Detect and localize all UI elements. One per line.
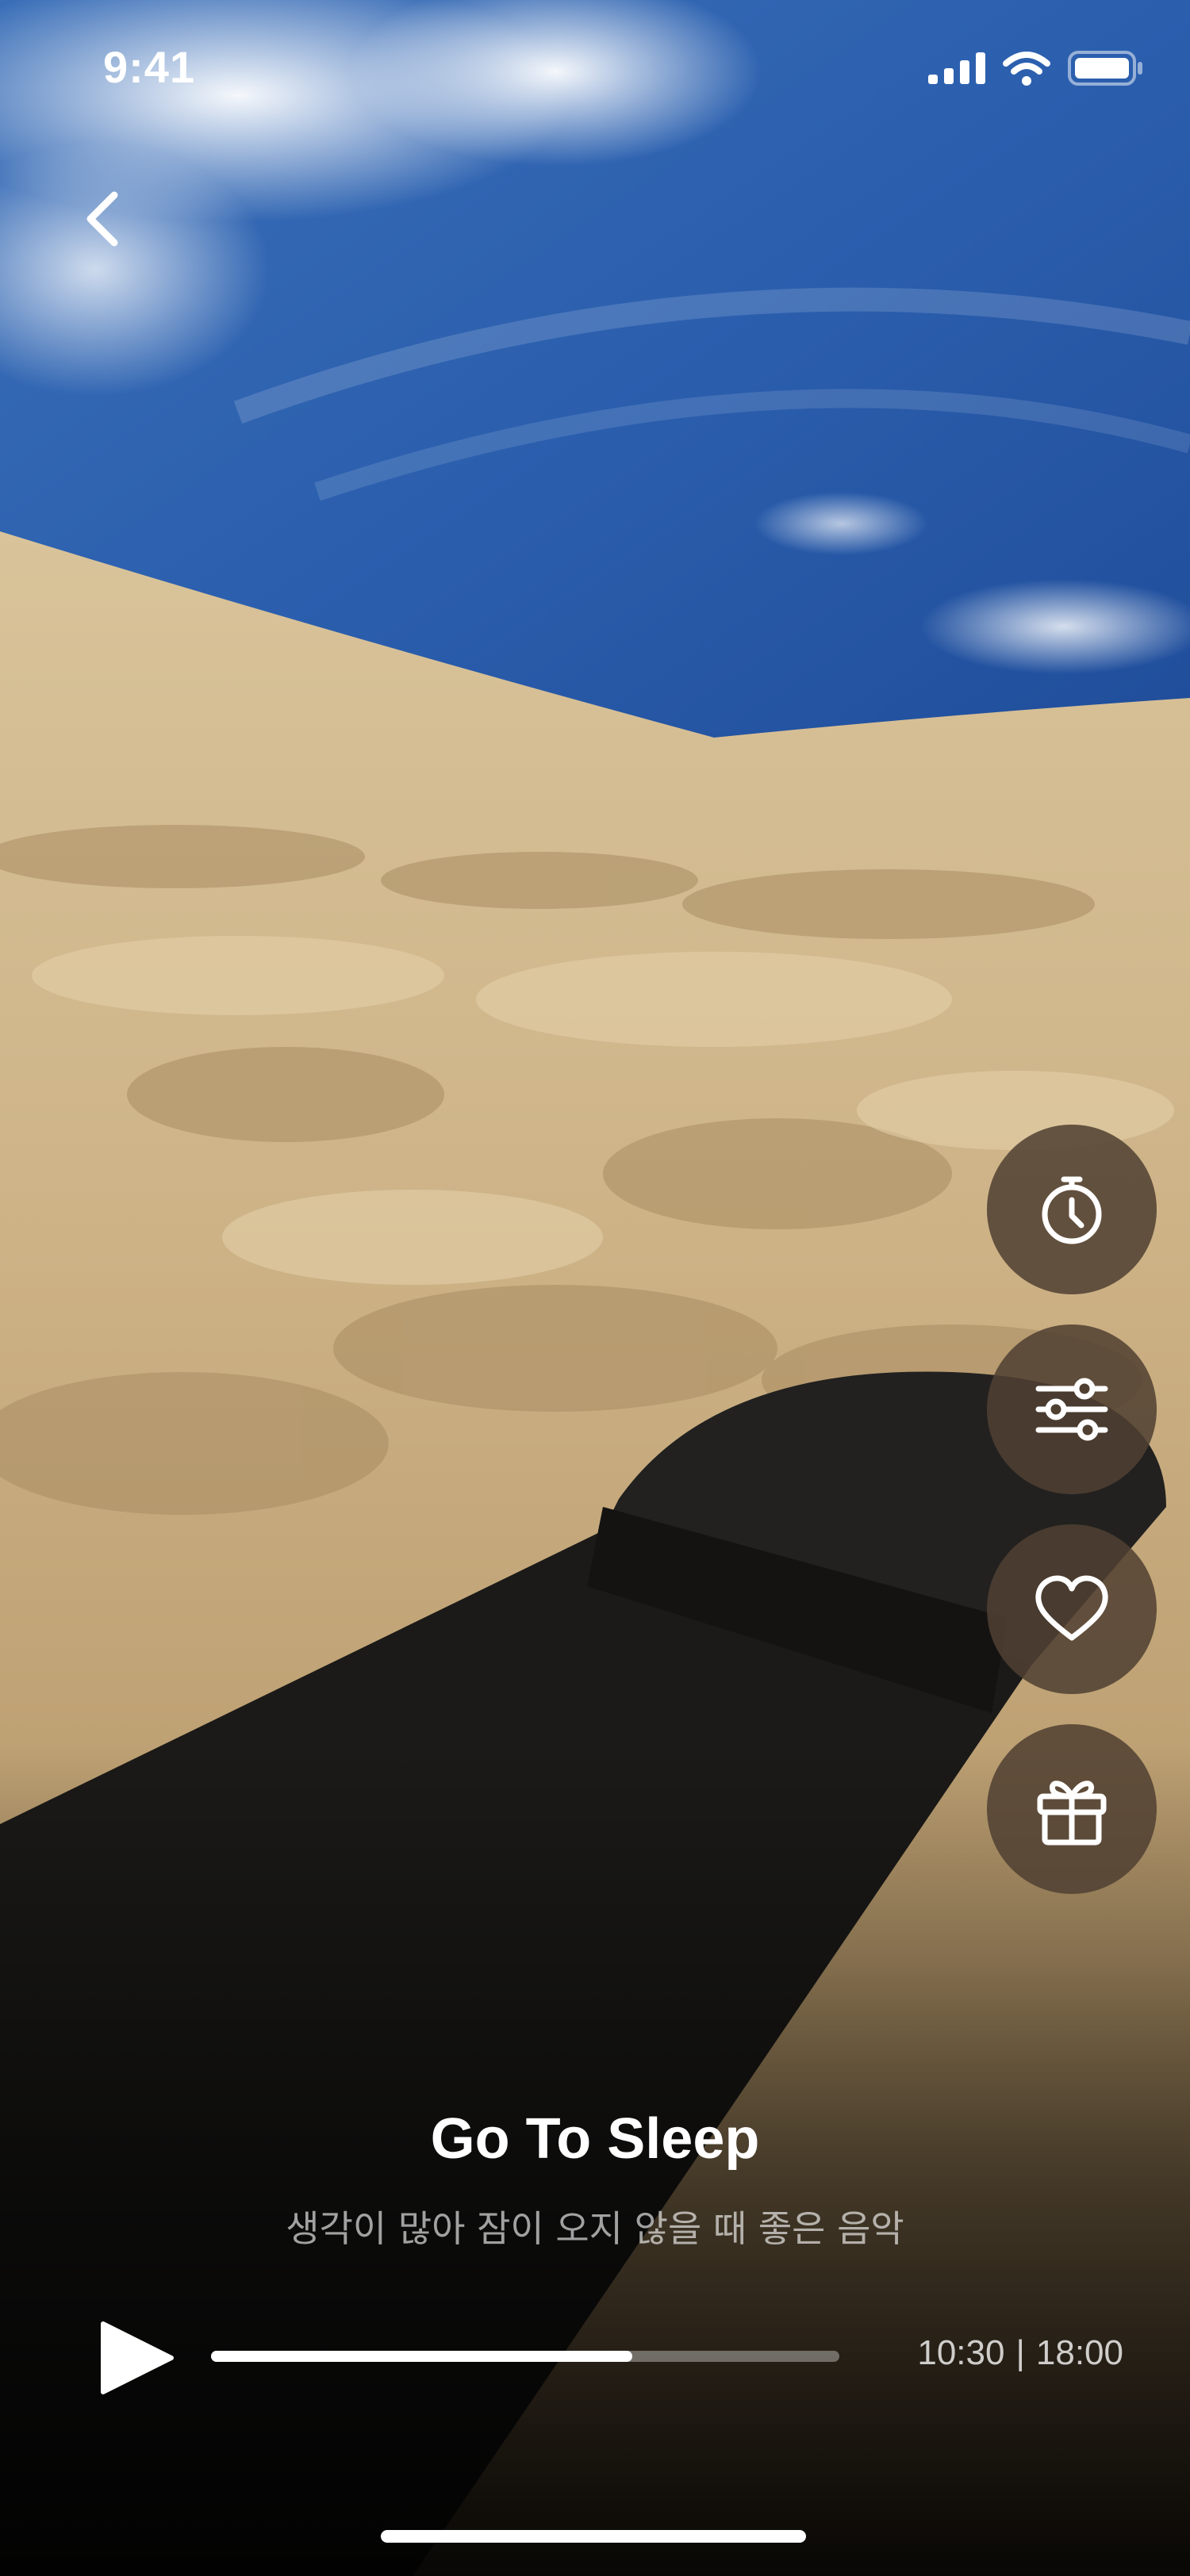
track-title: Go To Sleep (430, 2107, 760, 2171)
elapsed-time: 10:30 (917, 2333, 1005, 2372)
progress-scrubber[interactable] (211, 2340, 843, 2373)
wifi-icon (1003, 52, 1050, 86)
mixer-button[interactable] (987, 1324, 1157, 1494)
status-time: 9:41 (103, 42, 196, 92)
timer-button[interactable] (987, 1125, 1157, 1294)
gift-icon (1037, 1781, 1107, 1846)
cellular-signal-icon (928, 52, 985, 84)
favorite-button[interactable] (987, 1524, 1157, 1694)
time-separator: | (1015, 2333, 1025, 2372)
chevron-left-icon (86, 191, 118, 247)
play-button[interactable] (94, 2314, 181, 2402)
heart-icon (1035, 1575, 1108, 1641)
time-readout: 10:30 | 18:00 (917, 2333, 1123, 2373)
status-icons (928, 51, 1144, 86)
gift-button[interactable] (987, 1724, 1157, 1894)
total-duration: 18:00 (1035, 2333, 1123, 2372)
sliders-icon (1035, 1378, 1108, 1441)
status-bar: 9:41 (0, 0, 1190, 143)
play-icon (101, 2321, 174, 2394)
stopwatch-icon (1042, 1176, 1102, 1244)
back-button[interactable] (73, 179, 136, 259)
track-subtitle: 생각이 많아 잠이 오지 않을 때 좋은 음악 (286, 2207, 904, 2250)
battery-icon (1068, 51, 1142, 86)
side-actions (987, 1125, 1158, 1924)
home-indicator (381, 2530, 806, 2543)
